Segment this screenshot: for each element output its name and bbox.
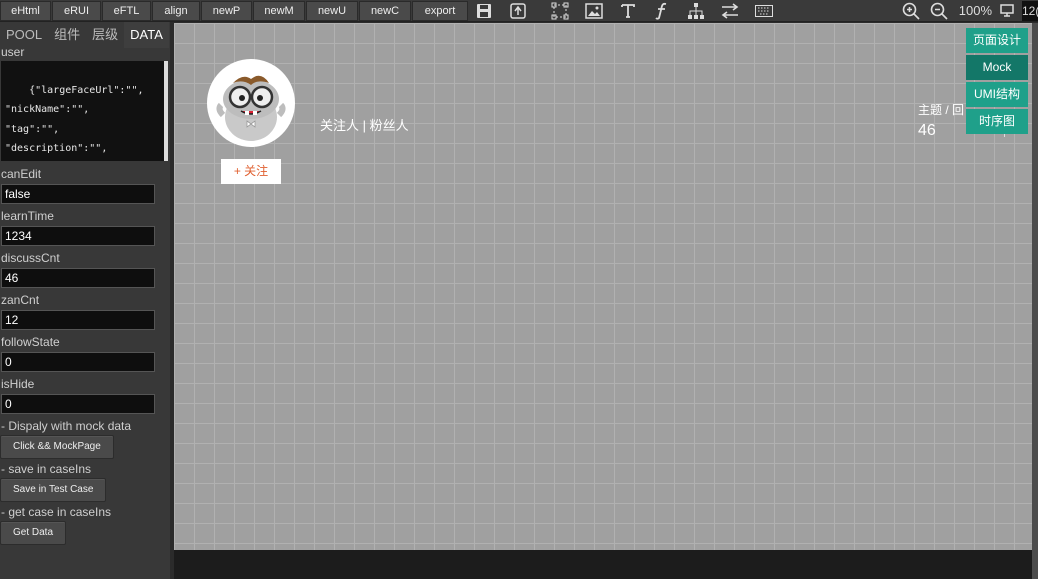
newu-button[interactable]: newU xyxy=(306,0,358,21)
menu-umi-structure[interactable]: UMI结构 xyxy=(966,82,1028,107)
tree-icon[interactable] xyxy=(681,1,711,21)
monitor-icon[interactable] xyxy=(996,1,1018,21)
canvas-bottom-bar xyxy=(174,550,1032,579)
mock-page-button[interactable]: Click && MockPage xyxy=(0,435,114,459)
design-canvas[interactable]: + 关注 关注人 | 粉丝人 主题 / 回 46 页面设计 Mock UMI结构… xyxy=(174,23,1032,550)
field-ishide[interactable]: 0 xyxy=(1,394,155,414)
get-section-label: - get case in caseIns xyxy=(1,505,112,519)
toolbar-right: 100% 12( xyxy=(899,0,1038,21)
avatar[interactable] xyxy=(207,59,295,147)
align-button[interactable]: align xyxy=(152,0,200,21)
newm-button[interactable]: newM xyxy=(253,0,305,21)
tab-data[interactable]: DATA xyxy=(124,22,169,48)
tab-components[interactable]: 组件 xyxy=(48,22,86,48)
erui-button[interactable]: eRUI xyxy=(52,0,101,21)
ehtml-button[interactable]: eHtml xyxy=(0,0,51,21)
menu-mock[interactable]: Mock xyxy=(966,55,1028,80)
follow-button[interactable]: + 关注 xyxy=(221,159,281,184)
top-toolbar: eHtml eRUI eFTL align newP newM newU new… xyxy=(0,0,1038,22)
topic-label: 主题 / 回 xyxy=(918,103,965,117)
field-label-ishide: isHide xyxy=(1,377,35,391)
menu-page-design[interactable]: 页面设计 xyxy=(966,28,1028,53)
tab-layers[interactable]: 层级 xyxy=(86,22,124,48)
function-icon[interactable] xyxy=(647,1,677,21)
side-menu: 页面设计 Mock UMI结构 时序图 xyxy=(966,28,1028,136)
field-learntime[interactable]: 1234 xyxy=(1,226,155,246)
zoom-out-icon[interactable] xyxy=(927,1,951,21)
left-panel: POOL 组件 层级 DATA user {"largeFaceUrl":"",… xyxy=(0,22,170,579)
text-icon[interactable] xyxy=(613,1,643,21)
image-icon[interactable] xyxy=(579,1,609,21)
eftl-button[interactable]: eFTL xyxy=(102,0,151,21)
user-json-text: {"largeFaceUrl":"", "nickName":"", "tag"… xyxy=(5,84,144,155)
select-area-icon[interactable] xyxy=(545,1,575,21)
field-canedit[interactable]: false xyxy=(1,184,155,204)
menu-sequence-diagram[interactable]: 时序图 xyxy=(966,109,1028,134)
json-scrollbar[interactable] xyxy=(164,61,168,161)
mock-section-label: - Dispaly with mock data xyxy=(1,419,132,433)
user-json-editor[interactable]: {"largeFaceUrl":"", "nickName":"", "tag"… xyxy=(1,61,168,161)
panel-tabs: POOL 组件 层级 DATA xyxy=(0,22,170,48)
export-button[interactable]: export xyxy=(412,0,468,21)
save-test-case-button[interactable]: Save in Test Case xyxy=(0,478,107,502)
field-followstate[interactable]: 0 xyxy=(1,352,155,372)
field-label-zancnt: zanCnt xyxy=(1,293,40,307)
save-icon[interactable] xyxy=(469,1,499,21)
right-scroll-edge[interactable] xyxy=(1032,23,1038,579)
field-label-followstate: followState xyxy=(1,335,60,349)
get-data-button[interactable]: Get Data xyxy=(0,521,67,545)
zoom-in-icon[interactable] xyxy=(899,1,923,21)
upload-icon[interactable] xyxy=(503,1,533,21)
save-section-label: - save in caseIns xyxy=(1,462,92,476)
zoom-level: 100% xyxy=(958,3,992,18)
field-label-discusscnt: discussCnt xyxy=(1,251,60,265)
keyboard-icon[interactable] xyxy=(749,1,779,21)
field-label-canedit: canEdit xyxy=(1,167,42,181)
field-zancnt[interactable]: 12 xyxy=(1,310,155,330)
newc-button[interactable]: newC xyxy=(359,0,411,21)
mascot-avatar-icon xyxy=(216,75,286,141)
swap-icon[interactable] xyxy=(715,1,745,21)
field-label-learntime: learnTime xyxy=(1,209,54,223)
newp-button[interactable]: newP xyxy=(201,0,252,21)
follow-fans-text: 关注人 | 粉丝人 xyxy=(320,118,409,133)
screen-width-input[interactable]: 12( xyxy=(1022,0,1038,21)
field-discusscnt[interactable]: 46 xyxy=(1,268,155,288)
topic-count: 46 xyxy=(918,122,936,139)
